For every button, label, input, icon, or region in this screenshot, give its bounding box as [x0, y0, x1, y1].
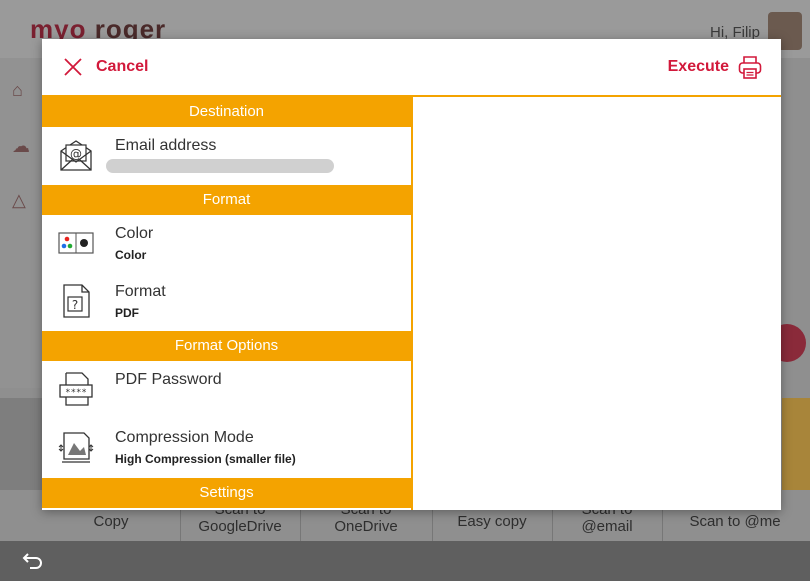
execute-button[interactable]: Execute	[668, 51, 763, 83]
color-value: Color	[115, 248, 147, 262]
compression-icon	[58, 432, 94, 463]
settings-list[interactable]: Destination @ Email address Format Color…	[42, 97, 411, 510]
format-title: Format	[115, 283, 166, 300]
pdf-password-item[interactable]: **** PDF Password	[42, 361, 411, 419]
svg-text:****: ****	[65, 388, 87, 398]
scan-settings-dialog: Cancel Execute Destination @ Email addre…	[42, 39, 781, 510]
compression-mode-item[interactable]: Compression Mode High Compression (small…	[42, 419, 411, 481]
execute-label: Execute	[667, 58, 729, 75]
compression-mode-title: Compression Mode	[115, 429, 254, 446]
cloud-icon[interactable]: ☁	[12, 136, 34, 158]
close-icon	[64, 58, 82, 76]
format-item[interactable]: ? Format PDF	[42, 273, 411, 331]
color-mode-icon	[58, 232, 94, 254]
dialog-header: Cancel Execute	[42, 39, 781, 97]
format-value: PDF	[115, 306, 139, 320]
home-icon[interactable]: ⌂	[12, 80, 34, 102]
redacted-email	[106, 159, 334, 173]
tile-partial-left[interactable]	[0, 398, 42, 490]
back-icon[interactable]	[22, 549, 46, 573]
tile-partial-right[interactable]	[782, 398, 810, 490]
drive-icon[interactable]: △	[12, 190, 34, 212]
compression-mode-value: High Compression (smaller file)	[115, 452, 296, 466]
color-title: Color	[115, 225, 154, 242]
password-icon: ****	[59, 372, 93, 406]
section-format-options: Format Options	[42, 331, 411, 361]
file-format-icon: ?	[63, 284, 90, 318]
printer-icon	[738, 56, 762, 79]
svg-text:?: ?	[72, 298, 78, 312]
section-settings: Settings	[42, 478, 411, 508]
section-format: Format	[42, 185, 411, 215]
cancel-button[interactable]: Cancel	[62, 51, 148, 83]
email-address-title: Email address	[115, 137, 217, 154]
sidebar: ⌂ ☁ △	[0, 58, 42, 388]
pdf-password-title: PDF Password	[115, 371, 222, 388]
cancel-label: Cancel	[96, 58, 149, 75]
system-nav-bar	[0, 541, 810, 581]
color-item[interactable]: Color Color	[42, 215, 411, 273]
email-icon: @	[60, 140, 92, 171]
section-destination: Destination	[42, 97, 411, 127]
email-address-item[interactable]: @ Email address	[42, 127, 411, 185]
preview-panel	[413, 97, 781, 510]
